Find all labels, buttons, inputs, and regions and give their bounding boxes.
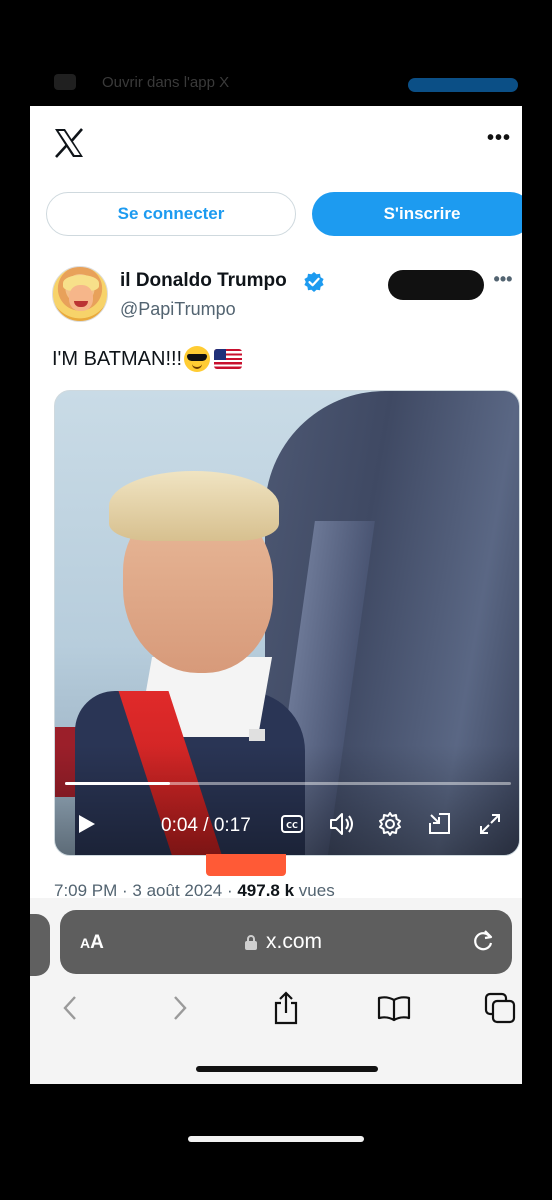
display-name[interactable]: il Donaldo Trumpo — [120, 270, 287, 292]
more-horizontal-icon[interactable]: ••• — [484, 128, 514, 150]
user-handle[interactable]: @PapiTrumpo — [120, 299, 236, 320]
text-size-button[interactable]: AA — [80, 932, 104, 954]
tweet-text-content: I'M BATMAN!!! — [52, 347, 183, 370]
video-scene-hair — [109, 471, 279, 541]
x-logo-icon[interactable] — [52, 126, 86, 160]
video-controls: 0:04 / 0:17 CC — [55, 805, 519, 845]
auth-buttons: Se connecter S'inscrire — [30, 192, 522, 238]
tabs-icon[interactable] — [480, 988, 520, 1028]
avatar[interactable] — [52, 266, 108, 322]
pip-icon[interactable] — [425, 809, 455, 839]
redacted-follow-button[interactable] — [388, 270, 484, 300]
video-time: 0:04 / 0:17 — [161, 815, 251, 836]
video-player[interactable]: 0:04 / 0:17 CC — [54, 390, 520, 856]
reload-icon[interactable] — [470, 928, 496, 954]
video-scene-flag-pin — [249, 729, 265, 741]
tweet-more-icon[interactable]: ••• — [490, 270, 516, 292]
home-indicator[interactable] — [196, 1066, 378, 1072]
tweet-header: il Donaldo Trumpo @PapiTrumpo ••• — [30, 264, 522, 324]
browser-screen: ••• Se connecter S'inscrire il Donaldo T… — [30, 106, 522, 1084]
open-in-app-banner[interactable]: Ouvrir dans l'app X — [30, 62, 522, 102]
safari-nav-row — [30, 988, 522, 1032]
banner-text: Ouvrir dans l'app X — [102, 74, 230, 91]
site-header: ••• — [30, 106, 522, 178]
tweet-text: I'M BATMAN!!! — [52, 346, 243, 372]
svg-text:CC: CC — [286, 821, 298, 830]
forward-icon[interactable] — [160, 988, 200, 1028]
back-icon[interactable] — [50, 988, 90, 1028]
lock-icon — [245, 935, 257, 950]
address-bar[interactable]: AA x.com — [60, 910, 512, 974]
signup-button[interactable]: S'inscrire — [312, 192, 522, 236]
safari-toolbar: AA x.com — [30, 898, 522, 1084]
video-progress-bar[interactable] — [65, 782, 511, 785]
avatar-face — [69, 285, 93, 311]
previous-tab-preview[interactable] — [30, 914, 50, 976]
banner-button[interactable] — [408, 78, 518, 92]
url-text[interactable]: x.com — [266, 930, 322, 954]
settings-icon[interactable] — [375, 809, 405, 839]
volume-icon[interactable] — [327, 809, 357, 839]
play-icon[interactable] — [71, 809, 101, 839]
sunglasses-emoji-icon — [184, 346, 211, 372]
verified-badge-icon — [304, 272, 324, 292]
orange-overlay — [206, 854, 286, 876]
bookmarks-icon[interactable] — [374, 988, 414, 1028]
outer-home-indicator[interactable] — [188, 1136, 364, 1142]
app-icon — [54, 74, 76, 90]
us-flag-emoji-icon — [214, 349, 243, 369]
fullscreen-icon[interactable] — [475, 809, 505, 839]
login-button[interactable]: Se connecter — [46, 192, 296, 236]
share-icon[interactable] — [266, 988, 306, 1028]
video-progress-fill — [65, 782, 170, 785]
captions-icon[interactable]: CC — [277, 809, 307, 839]
